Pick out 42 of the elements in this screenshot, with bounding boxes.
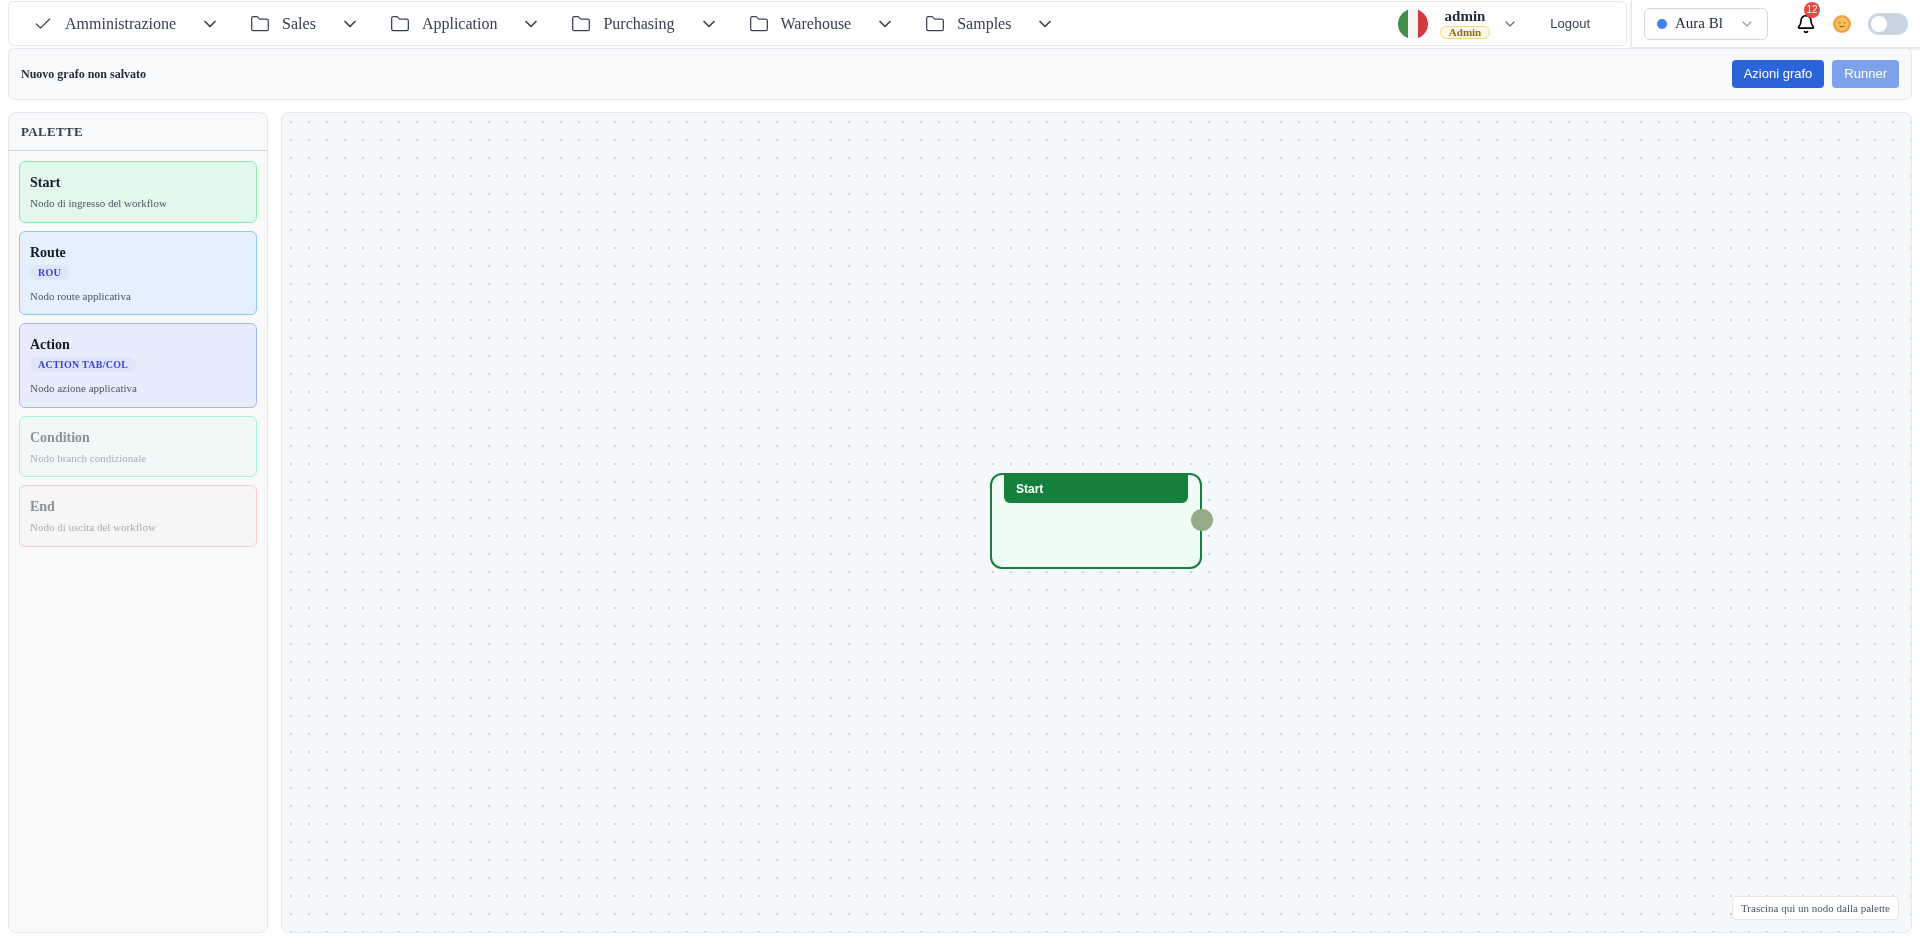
item-description: Nodo branch condizionale xyxy=(30,450,148,466)
item-title: Condition xyxy=(30,428,91,447)
palette-item[interactable]: Route ROU Nodo route applicativa xyxy=(19,230,257,315)
item-description: Nodo di ingresso del workflow xyxy=(30,196,168,211)
item-title: Route xyxy=(30,243,67,262)
palette-item[interactable]: Start Nodo di ingresso del workflow xyxy=(19,161,257,223)
menu-item[interactable]: Warehouse xyxy=(748,11,896,36)
toolbar-button[interactable]: Azioni grafo xyxy=(1731,60,1825,88)
folder-icon xyxy=(748,13,769,34)
node-header: Start xyxy=(1004,475,1188,503)
graph-node[interactable]: Start xyxy=(990,473,1202,569)
item-title: End xyxy=(30,498,56,516)
output-port[interactable] xyxy=(1191,509,1213,531)
folder-icon xyxy=(925,13,946,34)
flag-icon xyxy=(1397,8,1428,39)
user-name: admin xyxy=(1444,8,1486,24)
panel-title: PALETTE xyxy=(21,122,83,141)
menu-item[interactable]: Application xyxy=(389,11,542,36)
notification-count: 12 xyxy=(1804,1,1820,18)
role-badge: Admin xyxy=(1439,25,1491,39)
menu-item[interactable]: Purchasing xyxy=(571,11,719,36)
item-description: Nodo route applicativa xyxy=(30,288,132,304)
drop-hint: Trascina qui un nodo dalla palette xyxy=(1732,895,1899,920)
menu-item[interactable]: Samples xyxy=(925,11,1056,36)
graph-title: Nuovo grafo non salvato xyxy=(21,66,146,83)
item-description: Nodo azione applicativa xyxy=(30,381,138,396)
menu-item[interactable]: Amministrazione xyxy=(33,11,221,36)
sun-face-icon[interactable] xyxy=(1832,13,1852,34)
palette-item[interactable]: Action ACTION TAB/COL Nodo azione applicativa xyxy=(19,323,257,408)
item-tag: ACTION TAB/COL xyxy=(30,357,137,372)
item-description: Nodo di uscita del workflow xyxy=(30,520,157,535)
folder-icon xyxy=(389,13,410,34)
menu-item[interactable]: Sales xyxy=(250,11,360,36)
item-title: Action xyxy=(30,336,71,354)
logout-button[interactable]: Logout xyxy=(1538,9,1602,38)
theme-select[interactable]: Aura Bl xyxy=(1644,7,1768,40)
toggle-switch[interactable] xyxy=(1868,12,1908,35)
bell-icon[interactable] xyxy=(1796,13,1816,34)
item-title: Start xyxy=(30,174,62,192)
item-tag: ROU xyxy=(30,264,69,280)
folder-icon xyxy=(250,13,271,34)
folder-icon xyxy=(571,13,592,34)
